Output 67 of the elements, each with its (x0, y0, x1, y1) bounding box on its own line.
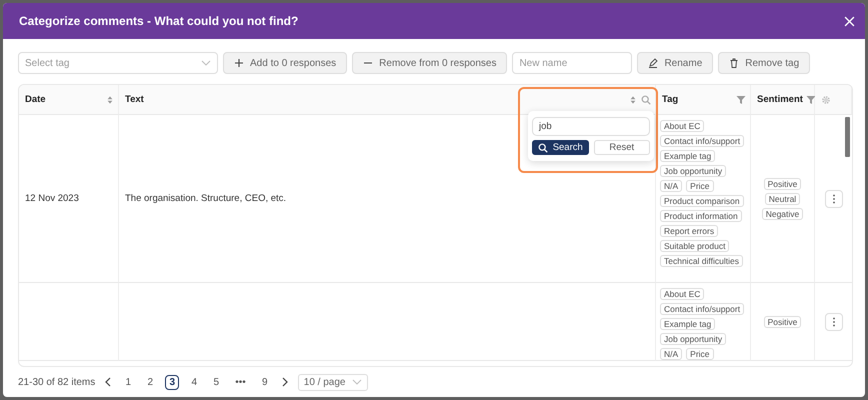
tag-chip[interactable]: Suitable product (660, 240, 730, 252)
tag-chip[interactable]: About EC (660, 120, 704, 132)
scrollbar[interactable] (845, 117, 850, 157)
next-page-button[interactable] (280, 377, 290, 387)
chevron-down-icon (352, 377, 362, 387)
more-icon (832, 194, 836, 204)
sort-icon (106, 94, 114, 104)
items-summary: 21-30 of 82 items (18, 376, 96, 388)
search-icon (538, 142, 548, 152)
tag-chip[interactable]: About EC (660, 288, 704, 300)
sentiment-chip[interactable]: Positive (764, 178, 802, 190)
search-icon (641, 94, 651, 104)
column-header[interactable]: Sentiment (751, 85, 815, 115)
toolbar-button[interactable]: Add to 0 responses (223, 52, 348, 74)
column-header[interactable]: Date (19, 85, 119, 115)
sentiment-chip[interactable]: Negative (762, 208, 804, 220)
page-size-select[interactable]: 10 / page (298, 374, 368, 390)
close-button[interactable] (844, 16, 855, 26)
search-input[interactable]: job (532, 117, 650, 136)
search-button[interactable]: Search (532, 140, 588, 155)
dialog-title: Categorize comments - What could you not find? (19, 14, 298, 28)
tag-chip[interactable]: Example tag (660, 150, 716, 162)
plus-icon (234, 58, 244, 68)
date-text: 12 Nov 2023 (25, 193, 79, 204)
column-header[interactable]: Tag (656, 85, 751, 115)
more-icon (832, 316, 836, 326)
tag-chip[interactable]: Product comparison (660, 195, 744, 207)
trash-icon (729, 58, 740, 68)
toolbar-button[interactable]: Remove tag (718, 52, 810, 74)
chevron-left-icon (103, 377, 114, 387)
more-button[interactable] (824, 312, 842, 330)
tag-chip[interactable]: Job opportunity (660, 165, 726, 177)
chevron-right-icon (280, 377, 290, 387)
page-button[interactable]: 1 (121, 374, 136, 390)
comment-text: The organisation. Structure, CEO, etc. (125, 193, 286, 204)
reset-button[interactable]: Reset (594, 140, 650, 155)
page-button[interactable]: 9 (258, 374, 272, 390)
page-button[interactable]: 4 (187, 374, 202, 390)
previous-page-button[interactable] (103, 377, 114, 387)
chevron-down-icon (201, 58, 211, 68)
page-button[interactable]: 2 (143, 374, 158, 390)
tag-chip[interactable]: Contact info/support (660, 303, 744, 315)
tag-chip[interactable]: Price (686, 348, 714, 360)
gear-icon (821, 94, 831, 104)
tag-chip[interactable]: N/A (660, 180, 682, 192)
tag-chip[interactable]: Example tag (660, 318, 716, 330)
sentiment-chip[interactable]: Positive (764, 316, 802, 328)
toolbar-button[interactable]: Rename (637, 52, 714, 74)
page-button[interactable]: 5 (209, 374, 224, 390)
tag-chip[interactable]: Price (686, 180, 714, 192)
page-button[interactable]: ••• (231, 374, 250, 390)
sort-icon (629, 94, 637, 104)
page-button[interactable]: 3 (165, 374, 180, 390)
close-icon (844, 16, 855, 26)
pencil-icon (648, 58, 658, 68)
toolbar-button[interactable]: Remove from 0 responses (352, 52, 508, 74)
column-header[interactable]: Text (119, 85, 656, 115)
tag-chip[interactable]: Product information (660, 210, 742, 222)
more-button[interactable] (824, 190, 842, 208)
tag-chip[interactable]: N/A (660, 348, 682, 360)
tag-chip[interactable]: Technical difficulties (660, 255, 743, 267)
filter-icon (736, 94, 746, 104)
tag-chip[interactable]: Report errors (660, 225, 718, 237)
tag-chip[interactable]: Contact info/support (660, 135, 744, 147)
sentiment-chip[interactable]: Neutral (764, 192, 800, 204)
filter-icon (806, 94, 816, 104)
tag-chip[interactable]: Job opportunity (660, 333, 726, 345)
